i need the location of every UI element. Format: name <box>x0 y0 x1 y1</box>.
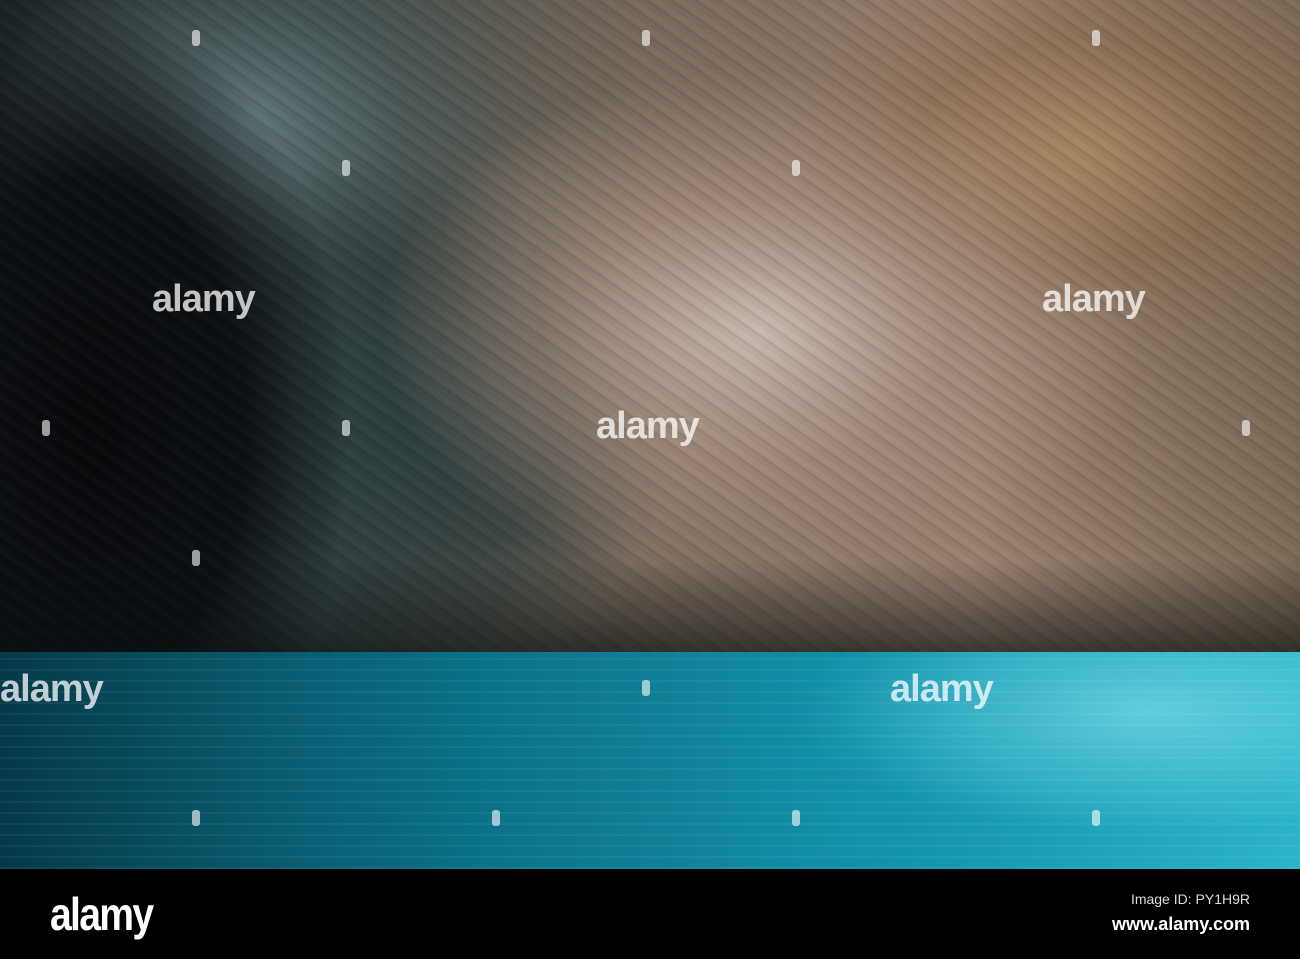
site-url: www.alamy.com <box>1111 914 1250 934</box>
watermark-mark <box>642 30 650 46</box>
stock-photo-page: alamy alamy alamy alamy alamy alamy Imag… <box>0 0 1300 959</box>
watermark-mark <box>192 550 200 566</box>
watermark-mark <box>342 160 350 176</box>
watermark-mark <box>1242 420 1250 436</box>
watermark-mark <box>642 680 650 696</box>
watermark-mark <box>192 810 200 826</box>
water-ripples <box>0 652 1300 869</box>
alamy-logo: alamy <box>50 888 154 940</box>
watermark: alamy <box>152 278 256 320</box>
image-id: Image ID: PY1H9R <box>1130 891 1250 907</box>
watermark: alamy <box>0 668 104 710</box>
turquoise-water <box>0 652 1300 869</box>
watermark-mark <box>192 30 200 46</box>
watermark-mark <box>342 420 350 436</box>
watermark: alamy <box>596 405 700 447</box>
watermark-mark <box>1092 30 1100 46</box>
footer-bar: alamy Image ID: PY1H9R www.alamy.com <box>0 869 1300 959</box>
watermark-mark <box>1092 810 1100 826</box>
watermark-mark <box>792 810 800 826</box>
watermark: alamy <box>1042 278 1146 320</box>
cave-photo: alamy alamy alamy alamy alamy <box>0 0 1300 869</box>
watermark-mark <box>492 810 500 826</box>
rock-shadow <box>0 560 1300 660</box>
watermark-mark <box>792 160 800 176</box>
watermark: alamy <box>890 668 994 710</box>
watermark-mark <box>42 420 50 436</box>
